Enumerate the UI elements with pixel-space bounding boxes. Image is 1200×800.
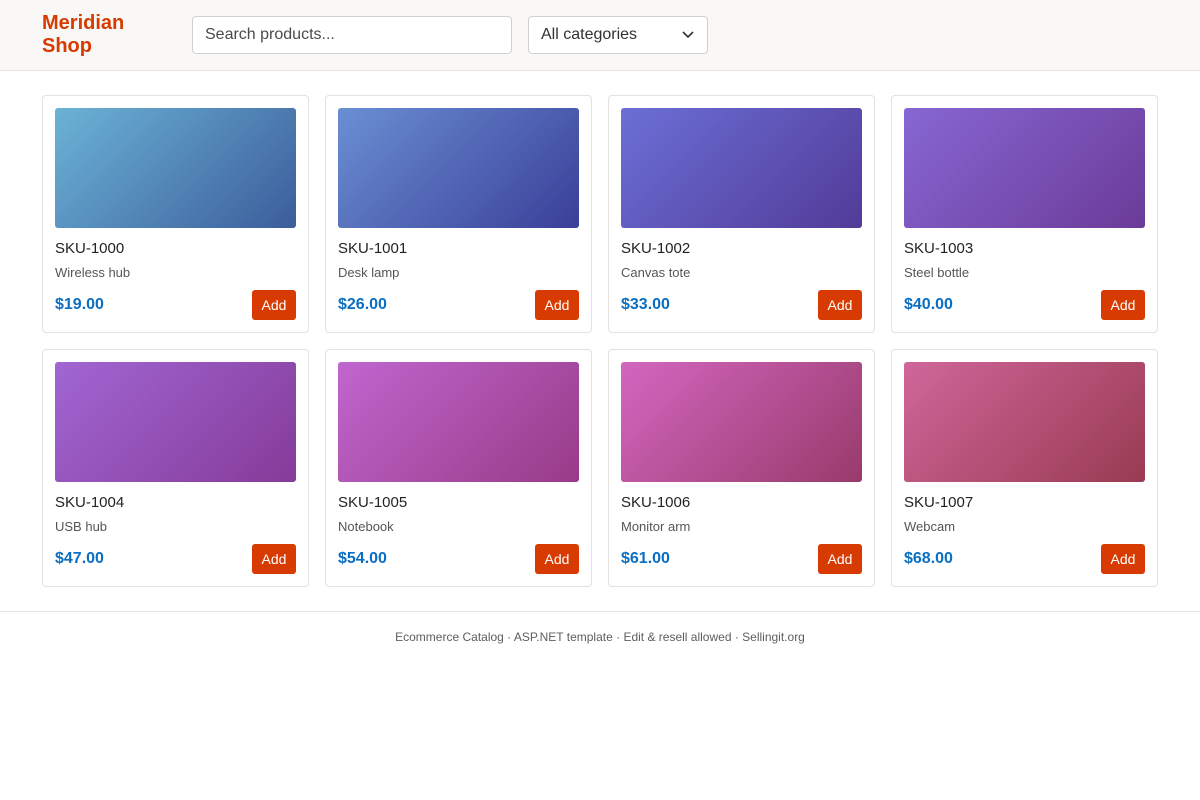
category-select[interactable]: All categories xyxy=(528,16,708,54)
product-price: $54.00 xyxy=(338,550,387,567)
add-to-cart-button[interactable]: Add xyxy=(818,544,862,574)
product-image[interactable] xyxy=(55,362,296,482)
product-price: $40.00 xyxy=(904,296,953,313)
product-price: $19.00 xyxy=(55,296,104,313)
add-to-cart-button[interactable]: Add xyxy=(535,544,579,574)
footer: Ecommerce Catalog · ASP.NET template · E… xyxy=(0,611,1200,644)
product-footer: $40.00 Add xyxy=(904,290,1145,320)
product-price: $26.00 xyxy=(338,296,387,313)
category-select-value: All categories xyxy=(541,26,638,43)
product-price: $68.00 xyxy=(904,550,953,567)
product-image[interactable] xyxy=(621,108,862,228)
product-card[interactable]: SKU-1004 USB hub $47.00 Add xyxy=(42,349,309,587)
product-sku: SKU-1006 xyxy=(621,494,691,511)
product-card[interactable]: SKU-1007 Webcam $68.00 Add xyxy=(891,349,1158,587)
product-price: $47.00 xyxy=(55,550,104,567)
product-price: $33.00 xyxy=(621,296,670,313)
product-card[interactable]: SKU-1005 Notebook $54.00 Add xyxy=(325,349,592,587)
product-footer: $54.00 Add xyxy=(338,544,579,574)
product-name: Steel bottle xyxy=(904,265,970,280)
search-input[interactable] xyxy=(192,16,512,54)
product-image[interactable] xyxy=(904,362,1145,482)
product-name: Wireless hub xyxy=(55,265,131,280)
add-to-cart-button[interactable]: Add xyxy=(1101,290,1145,320)
product-name: USB hub xyxy=(55,519,108,534)
add-to-cart-button[interactable]: Add xyxy=(535,290,579,320)
product-footer: $26.00 Add xyxy=(338,290,579,320)
product-image[interactable] xyxy=(338,108,579,228)
product-image[interactable] xyxy=(621,362,862,482)
add-to-cart-button[interactable]: Add xyxy=(252,290,296,320)
product-sku: SKU-1004 xyxy=(55,494,125,511)
product-name: Monitor arm xyxy=(621,519,691,534)
product-card[interactable]: SKU-1003 Steel bottle $40.00 Add xyxy=(891,95,1158,333)
product-name: Desk lamp xyxy=(338,265,400,280)
product-image[interactable] xyxy=(338,362,579,482)
add-to-cart-button[interactable]: Add xyxy=(252,544,296,574)
product-image[interactable] xyxy=(904,108,1145,228)
product-sku: SKU-1001 xyxy=(338,240,408,257)
product-sku: SKU-1005 xyxy=(338,494,408,511)
product-sku: SKU-1007 xyxy=(904,494,974,511)
product-name: Canvas tote xyxy=(621,265,691,280)
product-card[interactable]: SKU-1001 Desk lamp $26.00 Add xyxy=(325,95,592,333)
product-name: Webcam xyxy=(904,519,956,534)
add-to-cart-button[interactable]: Add xyxy=(1101,544,1145,574)
product-card[interactable]: SKU-1006 Monitor arm $61.00 Add xyxy=(608,349,875,587)
product-footer: $19.00 Add xyxy=(55,290,296,320)
product-image[interactable] xyxy=(55,108,296,228)
product-sku: SKU-1000 xyxy=(55,240,125,257)
product-card[interactable]: SKU-1002 Canvas tote $33.00 Add xyxy=(608,95,875,333)
product-name: Notebook xyxy=(338,519,394,534)
product-price: $61.00 xyxy=(621,550,670,567)
product-sku: SKU-1003 xyxy=(904,240,974,257)
product-footer: $68.00 Add xyxy=(904,544,1145,574)
product-card[interactable]: SKU-1000 Wireless hub $19.00 Add xyxy=(42,95,309,333)
chevron-down-icon xyxy=(681,28,695,42)
footer-text: Ecommerce Catalog · ASP.NET template · E… xyxy=(395,630,805,644)
header: Meridian Shop All categories xyxy=(0,0,1200,71)
product-footer: $33.00 Add xyxy=(621,290,862,320)
product-sku: SKU-1002 xyxy=(621,240,691,257)
product-footer: $47.00 Add xyxy=(55,544,296,574)
product-grid: SKU-1000 Wireless hub $19.00 Add SKU-1001 Des… xyxy=(0,71,1200,587)
product-footer: $61.00 Add xyxy=(621,544,862,574)
add-to-cart-button[interactable]: Add xyxy=(818,290,862,320)
shop-logo[interactable]: Meridian Shop xyxy=(42,12,176,58)
